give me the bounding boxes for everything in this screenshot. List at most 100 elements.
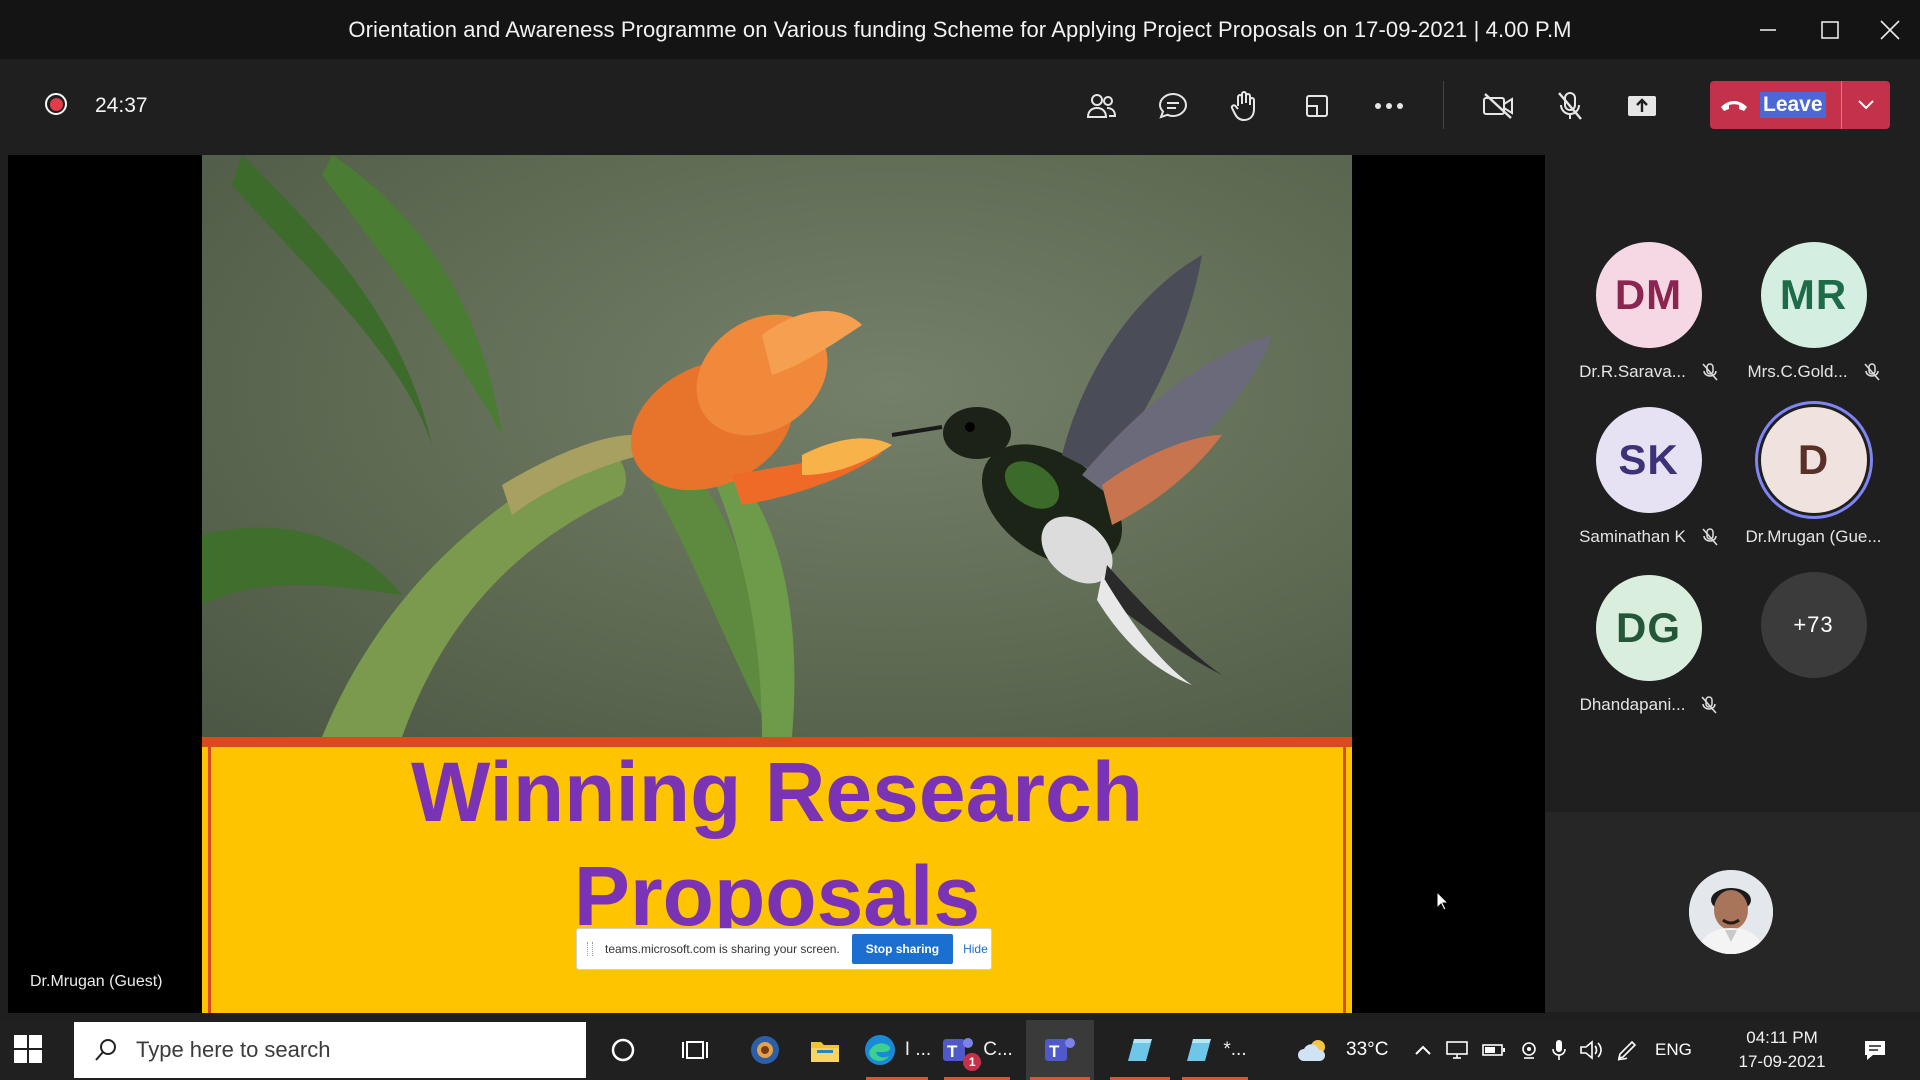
participant-name-row: Dhandapani... (1566, 695, 1731, 715)
taskbar-clock[interactable]: 04:11 PM 17-09-2021 (1732, 1026, 1832, 1074)
windows-start-icon[interactable] (14, 1035, 42, 1068)
mic-off-icon (1702, 363, 1718, 381)
mic-off-icon[interactable] (1548, 84, 1592, 128)
avatar: DM (1595, 242, 1702, 348)
cortana-icon[interactable] (600, 1020, 646, 1080)
shared-screen-stage: Winning Research Proposals teams.microso… (8, 155, 1545, 1013)
minimize-icon[interactable] (1738, 0, 1798, 59)
avatar: MR (1760, 242, 1867, 348)
notepad-icon (1187, 1039, 1212, 1061)
meeting-timer: 24:37 (95, 94, 148, 117)
windows-taskbar: Type here to search I ... T 1 C... T *..… (0, 1020, 1920, 1080)
more-participants-tile[interactable]: +73 (1731, 572, 1896, 678)
weather-temperature: 33°C (1346, 1039, 1389, 1060)
maximize-icon[interactable] (1800, 0, 1860, 59)
weather-widget[interactable]: 33°C (1298, 1020, 1388, 1080)
microphone-icon[interactable] (1552, 1039, 1566, 1061)
notifications-icon[interactable] (1852, 1020, 1898, 1080)
participant-name-row: Dr.Mrugan (Gue... (1731, 527, 1896, 547)
webcam-icon[interactable] (1519, 1040, 1539, 1060)
leave-button[interactable]: Leave (1710, 81, 1890, 129)
network-icon[interactable] (1445, 1040, 1469, 1060)
recording-icon (45, 93, 67, 115)
notepad-unsaved-button[interactable]: *... (1178, 1020, 1252, 1080)
teams-icon: T 1 (941, 1033, 982, 1071)
edge-app-button[interactable]: I ... (862, 1020, 932, 1080)
participant-name: Saminathan K (1579, 527, 1686, 546)
mic-off-icon (1702, 528, 1718, 546)
raise-hand-icon[interactable] (1223, 84, 1267, 128)
teams-label: C... (983, 1039, 1013, 1060)
svg-text:T: T (947, 1042, 958, 1061)
presenter-name: Dr.Mrugan (Guest) (30, 973, 163, 990)
share-tray-icon[interactable] (1295, 84, 1339, 128)
screen-sharing-notification: teams.microsoft.com is sharing your scre… (576, 928, 992, 970)
title-bar: Orientation and Awareness Programme on V… (0, 0, 1920, 59)
participant-tile-dm[interactable]: DM Dr.R.Sarava... (1566, 242, 1731, 382)
teams-active-icon: T (1045, 1038, 1075, 1061)
chat-icon[interactable] (1151, 84, 1195, 128)
mic-off-icon (1863, 363, 1880, 381)
participant-name: Dr.Mrugan (Gue... (1745, 527, 1882, 546)
participant-tile-dg[interactable]: DG Dhandapani... (1566, 575, 1731, 715)
self-view (1545, 812, 1920, 1012)
sharing-message: teams.microsoft.com is sharing your scre… (605, 942, 840, 956)
leave-label: Leave (1760, 92, 1826, 118)
mouse-cursor-icon (1436, 891, 1450, 911)
browser-globe-icon[interactable] (742, 1020, 788, 1080)
pen-icon[interactable] (1616, 1039, 1638, 1061)
self-avatar (1689, 870, 1773, 954)
chevron-up-icon[interactable] (1414, 1043, 1432, 1057)
participant-tile-mr[interactable]: MR Mrs.C.Gold... (1731, 242, 1896, 382)
avatar: D (1760, 407, 1867, 513)
edge-icon (864, 1035, 895, 1065)
participant-tile-d[interactable]: D Dr.Mrugan (Gue... (1731, 407, 1896, 547)
hummingbird-flower-photo (202, 155, 1352, 737)
slide-title-line1: Winning Research (410, 745, 1144, 839)
more-icon[interactable] (1367, 84, 1411, 128)
more-participants-count: +73 (1760, 572, 1867, 678)
chevron-down-icon[interactable] (1842, 81, 1890, 129)
participant-name: Mrs.C.Gold... (1747, 362, 1848, 381)
system-tray: ENG (1414, 1020, 1692, 1080)
notepad-button[interactable] (1106, 1020, 1174, 1080)
camera-off-icon[interactable] (1476, 84, 1520, 128)
clock-date: 17-09-2021 (1738, 1052, 1826, 1071)
stop-sharing-button[interactable]: Stop sharing (851, 934, 954, 964)
participant-name: Dhandapani... (1579, 695, 1686, 714)
hide-button[interactable]: Hide (963, 942, 988, 956)
file-explorer-icon[interactable] (802, 1020, 848, 1080)
taskbar-search-box[interactable]: Type here to search (74, 1022, 586, 1078)
people-icon[interactable] (1079, 84, 1123, 128)
notepad-label: *... (1223, 1039, 1247, 1060)
notification-badge: 1 (963, 1053, 982, 1071)
svg-text:T: T (1049, 1042, 1060, 1061)
avatar: DG (1595, 575, 1702, 681)
window-title: Orientation and Awareness Programme on V… (348, 16, 1572, 42)
participant-name-row: Saminathan K (1566, 527, 1731, 547)
clock-time: 04:11 PM (1746, 1028, 1818, 1047)
participant-name-row: Dr.R.Sarava... (1566, 362, 1731, 382)
slide-title: Winning Research Proposals (202, 740, 1352, 948)
language-indicator[interactable]: ENG (1655, 1040, 1692, 1060)
meeting-toolbar: 24:37 Leave (0, 59, 1920, 150)
battery-icon[interactable] (1482, 1042, 1506, 1058)
teams-active-button[interactable]: T (1026, 1020, 1094, 1080)
teams-window-button[interactable]: T 1 C... (940, 1020, 1014, 1080)
task-view-icon[interactable] (672, 1020, 718, 1080)
avatar: SK (1595, 407, 1702, 513)
hang-up-icon (1710, 97, 1758, 113)
volume-icon[interactable] (1579, 1040, 1603, 1060)
close-icon[interactable] (1860, 0, 1920, 59)
drag-handle-icon[interactable] (587, 942, 593, 956)
participant-name-row: Mrs.C.Gold... (1731, 362, 1896, 382)
cloud-icon (1298, 1040, 1326, 1061)
notepad-icon (1128, 1039, 1152, 1061)
mic-off-icon (1701, 696, 1718, 714)
share-screen-icon[interactable] (1620, 84, 1664, 128)
search-placeholder: Type here to search (136, 1037, 331, 1062)
edge-label: I ... (904, 1039, 932, 1060)
participant-name: Dr.R.Sarava... (1579, 362, 1686, 381)
search-icon (95, 1039, 116, 1061)
participant-tile-sk[interactable]: SK Saminathan K (1566, 407, 1731, 547)
